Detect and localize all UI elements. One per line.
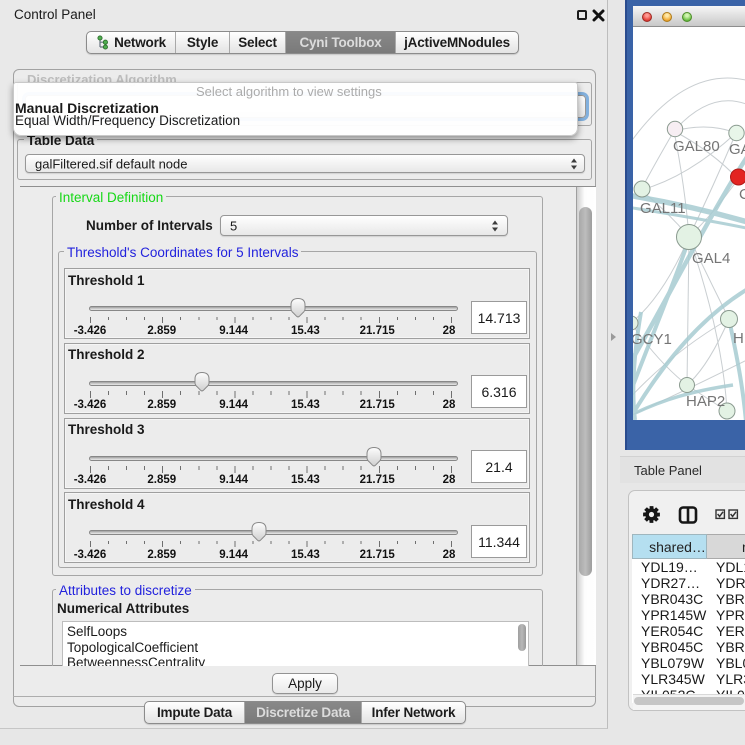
svg-text:GAL4: GAL4 (692, 250, 730, 267)
svg-text:C: C (739, 186, 745, 203)
svg-text:H: H (733, 330, 744, 347)
svg-text:GA: GA (729, 141, 745, 158)
svg-text:HAP2: HAP2 (686, 393, 725, 410)
svg-text:GAL11: GAL11 (640, 200, 686, 217)
svg-text:GAL80: GAL80 (673, 138, 720, 155)
svg-text:GCY1: GCY1 (633, 331, 672, 348)
